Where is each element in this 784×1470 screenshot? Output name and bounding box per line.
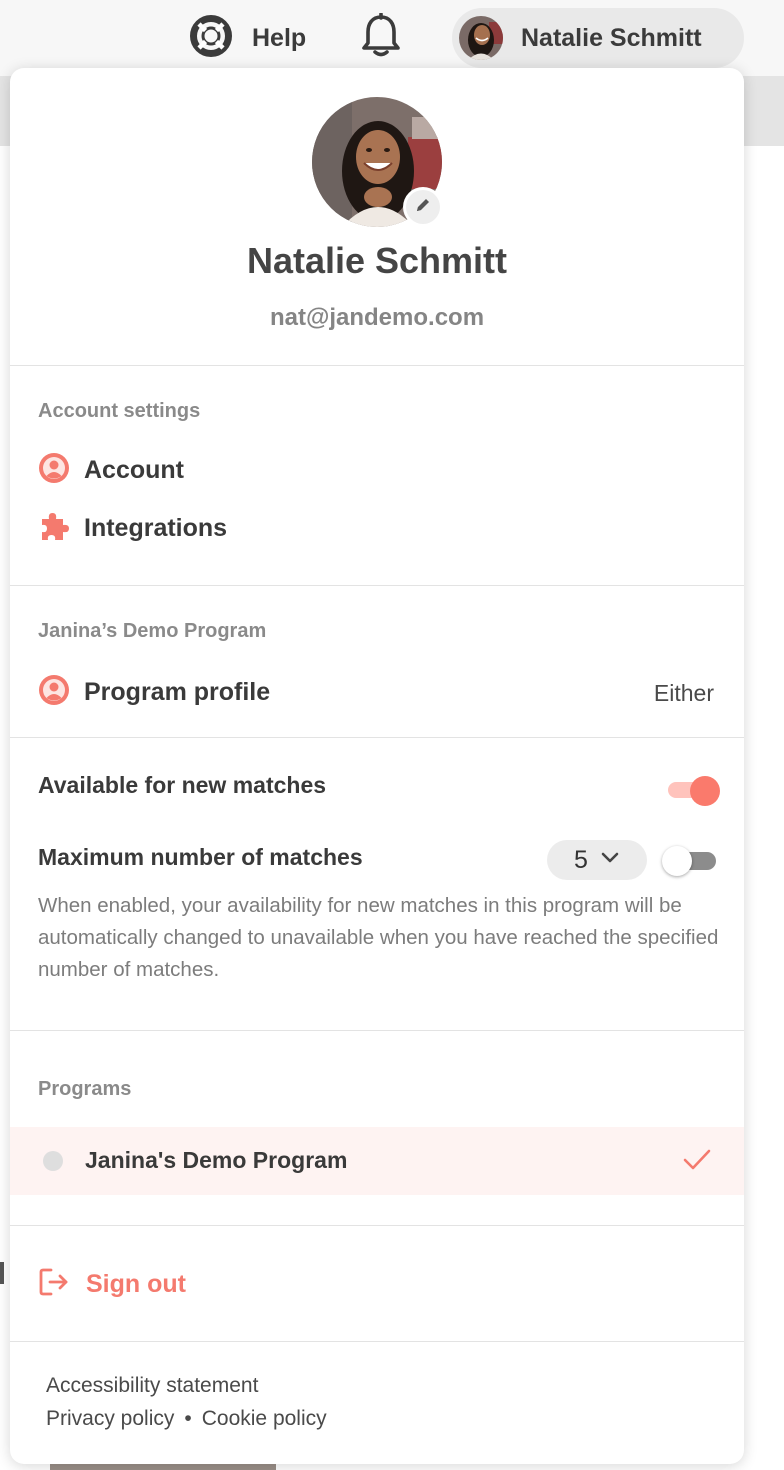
divider: [10, 365, 744, 366]
program-status-dot: [43, 1151, 63, 1171]
account-icon: [38, 452, 70, 489]
program-name: Janina's Demo Program: [85, 1147, 348, 1173]
account-icon: [38, 674, 70, 711]
programs-heading: Programs: [38, 1078, 132, 1100]
user-name: Natalie Schmitt: [521, 23, 702, 52]
account-dropdown: Natalie Schmitt nat@jandemo.com Account …: [10, 68, 744, 1464]
lifebuoy-icon: [188, 13, 234, 64]
divider: [10, 1341, 744, 1342]
background-text-fragment: [0, 1262, 4, 1284]
sign-out-icon: [38, 1266, 70, 1303]
toggle-knob: [662, 846, 692, 876]
program-section-heading: Janina’s Demo Program: [38, 620, 267, 642]
sign-out-label: Sign out: [86, 1269, 186, 1298]
menu-item-account[interactable]: Account: [38, 450, 184, 490]
menu-item-label: Account: [84, 455, 184, 484]
program-profile-value: Either: [653, 680, 714, 706]
profile-name: Natalie Schmitt: [246, 240, 508, 281]
max-matches-toggle[interactable]: [662, 846, 716, 876]
divider: [10, 585, 744, 586]
menu-item-program-profile[interactable]: Program profile: [38, 672, 270, 712]
max-matches-description: When enabled, your availability for new …: [38, 894, 719, 981]
max-matches-value: 5: [574, 845, 588, 874]
max-matches-label: Maximum number of matches: [38, 844, 363, 870]
pencil-icon: [414, 196, 432, 219]
avatar: [459, 16, 503, 60]
cookie-policy-link[interactable]: Cookie policy: [202, 1407, 327, 1431]
account-settings-heading: Account settings: [38, 400, 201, 422]
divider: [10, 737, 744, 738]
available-toggle[interactable]: [668, 776, 720, 806]
bell-icon: [361, 11, 401, 64]
profile-email: nat@jandemo.com: [269, 304, 485, 331]
help-label: Help: [252, 23, 307, 52]
privacy-policy-link[interactable]: Privacy policy: [46, 1407, 174, 1431]
notifications-button[interactable]: [358, 11, 404, 64]
toggle-knob: [690, 776, 720, 806]
user-menu-button[interactable]: Natalie Schmitt: [452, 8, 744, 68]
puzzle-icon: [38, 510, 70, 547]
menu-item-label: Integrations: [84, 513, 228, 542]
chevron-down-icon: [600, 851, 620, 870]
accessibility-statement-link[interactable]: Accessibility statement: [46, 1374, 258, 1397]
program-item[interactable]: Janina's Demo Program: [10, 1127, 744, 1195]
divider: [10, 1225, 744, 1226]
menu-item-integrations[interactable]: Integrations: [38, 508, 227, 548]
help-button[interactable]: Help: [188, 14, 306, 62]
divider: [10, 1030, 744, 1031]
max-matches-select[interactable]: 5: [547, 840, 647, 880]
checkmark-icon: [682, 1147, 712, 1178]
menu-item-label: Program profile: [84, 677, 271, 706]
sign-out-button[interactable]: Sign out: [38, 1264, 186, 1304]
footer-separator: •: [184, 1407, 192, 1430]
available-label: Available for new matches: [38, 772, 327, 798]
edit-photo-button[interactable]: [406, 190, 440, 224]
